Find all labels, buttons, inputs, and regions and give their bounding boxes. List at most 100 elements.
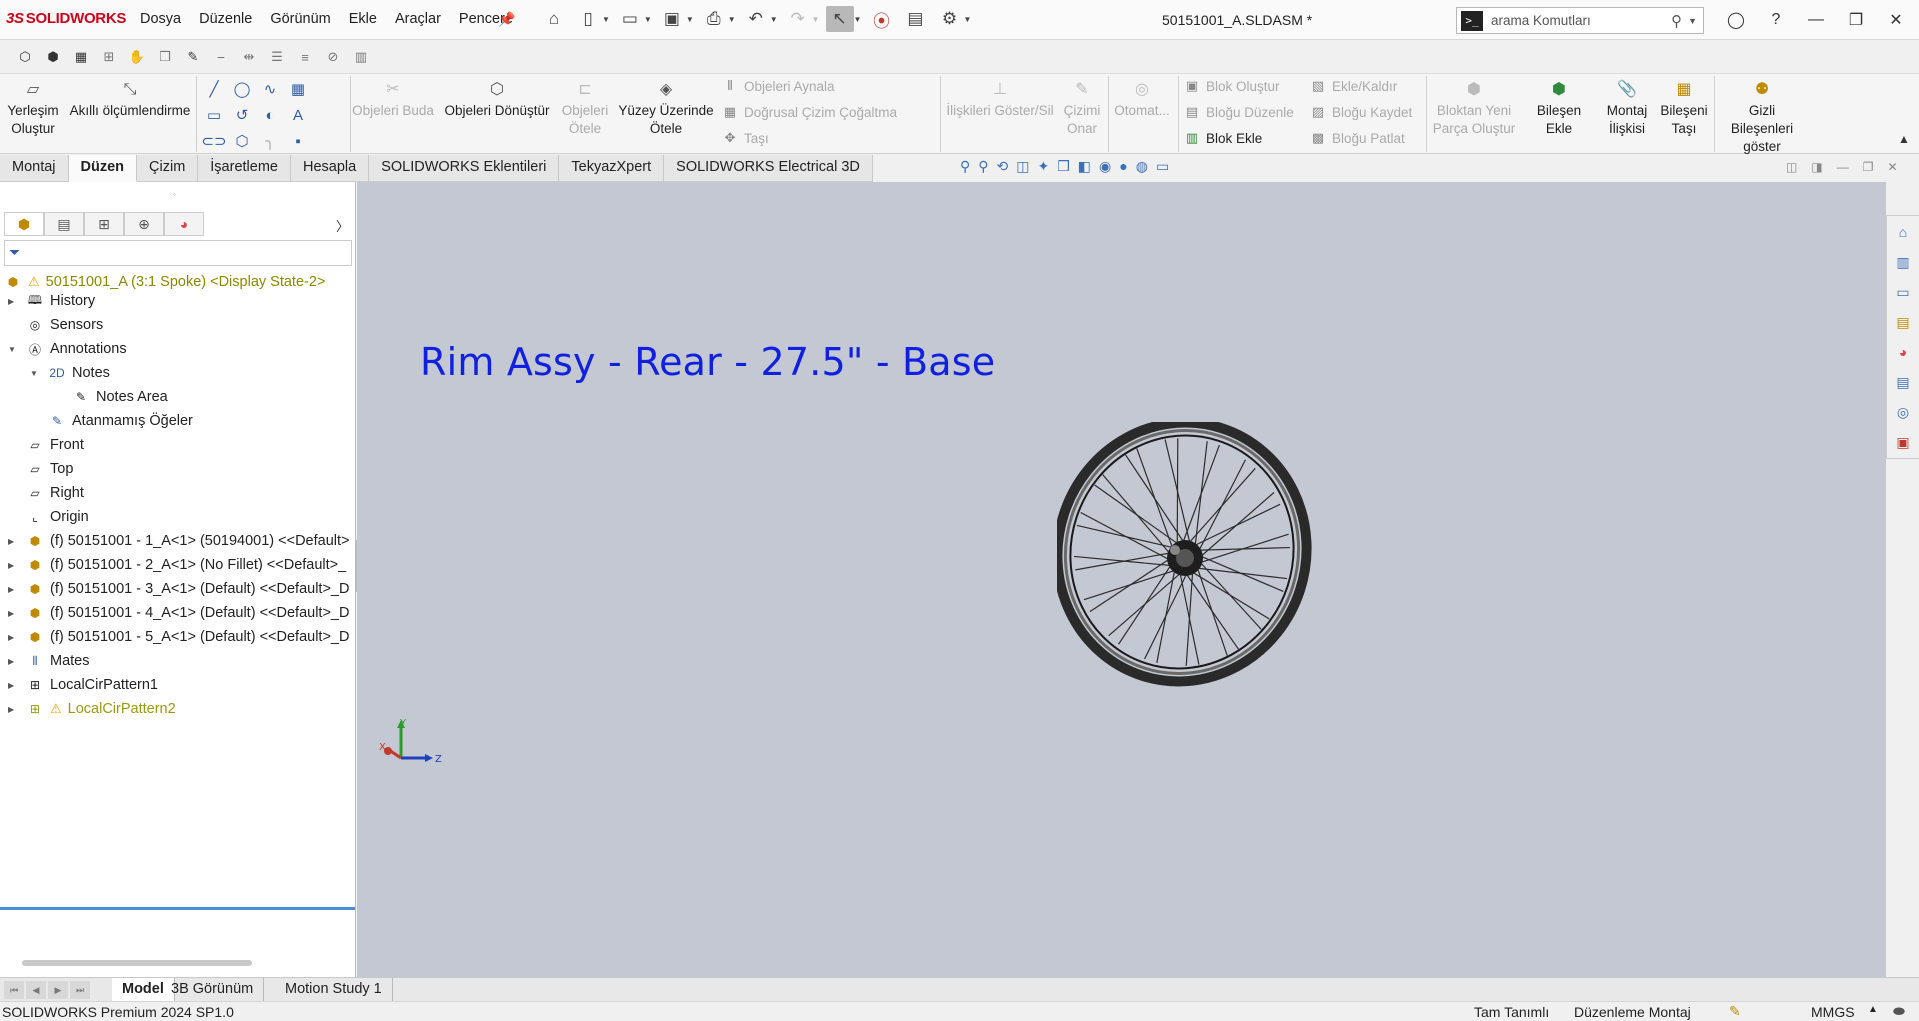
hide-show-icon[interactable]: ◉ [1099, 158, 1111, 175]
options-gear-icon[interactable]: ⚙ [935, 6, 963, 32]
chevron-down-icon[interactable]: ▼ [1688, 16, 1697, 26]
command-search[interactable]: >_ arama Komutları ⚲ ▼ [1456, 7, 1704, 34]
tree-item-sensors[interactable]: ◎ Sensors [26, 313, 103, 337]
chevron-down-icon[interactable]: ▼ [812, 15, 820, 24]
expand-icon[interactable]: ▶ [8, 633, 18, 642]
last-tab-icon[interactable]: ⏭ [70, 981, 90, 999]
traffic-light-icon[interactable]: ⦿ [867, 6, 895, 32]
blogu-duzenle-button[interactable]: ▤ Bloğu Düzenle [1184, 104, 1294, 120]
next-tab-icon[interactable]: ▶ [48, 981, 68, 999]
section-view-icon[interactable]: ◫ [1016, 158, 1029, 175]
blok-olustur-button[interactable]: ▣ Blok Oluştur [1184, 78, 1280, 94]
rollback-bar[interactable] [0, 907, 355, 910]
pencil-icon[interactable]: ✎ [182, 46, 204, 68]
tab-tekyazxpert[interactable]: TekyazXpert [559, 155, 665, 182]
rebuild-icon[interactable]: ✎ [1729, 1003, 1741, 1020]
expand-icon[interactable]: ▶ [8, 537, 18, 546]
tree-item-component-5[interactable]: ▶ ⬢ (f) 50151001 - 5_A<1> (Default) <<Defa… [8, 625, 349, 649]
chevron-down-icon[interactable]: ▼ [644, 15, 652, 24]
redo-icon[interactable]: ↷ [784, 6, 812, 32]
tab-motion-study-1[interactable]: Motion Study 1 [275, 978, 393, 1002]
blogu-patlat-button[interactable]: ▩ Bloğu Patlat [1310, 130, 1405, 146]
tasi-button[interactable]: ✥ Taşı [722, 130, 769, 146]
expand-icon[interactable]: ▶ [8, 609, 18, 618]
hand-icon[interactable]: ✋ [126, 46, 148, 68]
chevron-up-icon[interactable]: ▲ [1868, 1004, 1878, 1015]
bileseni-tasi-button[interactable]: ▦ Bileşeni Taşı [1656, 78, 1712, 138]
chevron-down-icon[interactable]: ▼ [686, 15, 694, 24]
tree-item-top-plane[interactable]: ▱ Top [26, 457, 73, 481]
tree-item-annotations[interactable]: ▼ Ⓐ Annotations [8, 337, 127, 361]
dogrusal-cizim-cogaltma-button[interactable]: ▦ Doğrusal Çizim Çoğaltma [722, 104, 897, 120]
design-library-icon[interactable]: ▥ [1891, 250, 1915, 274]
polygon-tool-icon[interactable]: ⬡ [228, 130, 256, 152]
wheel-model[interactable] [1057, 422, 1357, 722]
yuzey-uzerinde-otele-button[interactable]: ◈ Yüzey Üzerinde Ötele [616, 78, 716, 138]
first-tab-icon[interactable]: ⏮ [4, 981, 24, 999]
chevron-down-icon[interactable]: ▼ [963, 15, 971, 24]
menu-araclar[interactable]: Araçlar [395, 11, 441, 27]
appearances-icon[interactable]: ◕ [1891, 340, 1915, 364]
tree-item-component-3[interactable]: ▶ ⬢ (f) 50151001 - 3_A<1> (Default) <<Defa… [8, 577, 349, 601]
appearance-icon[interactable]: ● [1119, 158, 1127, 175]
dynamic-annotation-icon[interactable]: ✦ [1038, 158, 1050, 175]
spline-tool-icon[interactable]: ∿ [256, 78, 284, 100]
otomatik-button[interactable]: ◎ Otomat... [1110, 78, 1174, 120]
ekle-kaldir-button[interactable]: ▧ Ekle/Kaldır [1310, 78, 1397, 94]
component-icon[interactable]: ⬡ [14, 46, 36, 68]
arc-tool-icon[interactable]: ↺ [228, 104, 256, 126]
tree-item-component-1[interactable]: ▶ ⬢ (f) 50151001 - 1_A<1> (50194001) <<Def… [8, 529, 350, 553]
property-manager-tab-icon[interactable]: ▤ [44, 212, 84, 236]
view-palette-icon[interactable]: ▤ [1891, 310, 1915, 334]
feature-manager-tab-icon[interactable]: ⬢ [4, 212, 44, 236]
home-icon[interactable]: ⌂ [540, 6, 568, 32]
expand-icon[interactable]: ▶ [8, 705, 18, 714]
montaj-iliskisi-button[interactable]: 📎 Montaj İlişkisi [1600, 78, 1654, 138]
new-document-icon[interactable]: ▯ [574, 6, 602, 32]
rectangle-tool-icon[interactable]: ▭ [200, 104, 228, 126]
akilli-olcumlendirme-button[interactable]: ⤡ Akıllı ölçümlendirme [66, 78, 194, 120]
fillet-tool-icon[interactable]: ╮ [256, 130, 284, 152]
previous-view-icon[interactable]: ⟲ [997, 158, 1009, 175]
tab-cizim[interactable]: Çizim [137, 155, 199, 182]
menu-gorunum[interactable]: Görünüm [270, 11, 330, 27]
tree-item-notes[interactable]: ▼ 2D Notes [30, 361, 110, 385]
tab-electrical[interactable]: SOLIDWORKS Electrical 3D [664, 155, 873, 182]
tab-montaj[interactable]: Montaj [0, 155, 69, 182]
viewport-split-icon[interactable]: ◫ [1786, 160, 1797, 174]
view-settings-icon[interactable]: ▭ [1156, 158, 1169, 175]
cizimi-onar-button[interactable]: ✎ Çizimi Onar [1060, 78, 1104, 138]
viewport-split-icon[interactable]: ◨ [1811, 160, 1822, 174]
bloktan-yeni-parca-button[interactable]: ⬢ Bloktan Yeni Parça Oluştur [1430, 78, 1518, 138]
blogu-kaydet-button[interactable]: ▨ Bloğu Kaydet [1310, 104, 1412, 120]
display-manager-tab-icon[interactable]: ◕ [164, 212, 204, 236]
objeleri-otele-button[interactable]: ⊏ Objeleri Ötele [558, 78, 612, 138]
table-icon[interactable]: ▥ [350, 46, 372, 68]
viewport-minimize-icon[interactable]: — [1837, 160, 1849, 174]
ribbon-collapse-icon[interactable]: ▲ [1898, 132, 1910, 146]
configuration-manager-tab-icon[interactable]: ⊞ [84, 212, 124, 236]
tree-item-localcirpattern1[interactable]: ▶ ⊞ LocalCirPattern1 [8, 673, 158, 697]
custom-properties-icon[interactable]: ▤ [1891, 370, 1915, 394]
objeleri-buda-button[interactable]: ✂ Objeleri Buda [352, 78, 434, 120]
select-cursor-icon[interactable]: ↖ [825, 6, 854, 32]
chevron-down-icon[interactable]: ▼ [854, 15, 862, 24]
line-tool-icon[interactable]: ╱ [200, 78, 228, 100]
tree-item-notes-area[interactable]: ✎ Notes Area [72, 385, 168, 409]
horizontal-scrollbar[interactable] [22, 960, 252, 966]
yerlesim-olustur-button[interactable]: ▱ Yerleşim Oluştur [4, 78, 62, 138]
zoom-to-fit-icon[interactable]: ⚲ [960, 158, 970, 175]
stack-icon[interactable]: ☰ [266, 46, 288, 68]
assembly-icon[interactable]: ⬢ [42, 46, 64, 68]
expand-icon[interactable]: ▶ [8, 561, 18, 570]
chevron-down-icon[interactable]: ▼ [770, 15, 778, 24]
tab-duzen[interactable]: Düzen [68, 155, 138, 182]
bars-icon[interactable]: ≡ [294, 46, 316, 68]
display-style-icon[interactable]: ◧ [1078, 158, 1091, 175]
expand-icon[interactable]: ▶ [8, 297, 18, 306]
grid-snap-icon[interactable]: ▦ [284, 78, 312, 100]
chevron-down-icon[interactable]: ▼ [602, 15, 610, 24]
chevron-down-icon[interactable]: ▼ [728, 15, 736, 24]
unit-system[interactable]: MMGS [1811, 1004, 1855, 1020]
tree-item-localcirpattern2[interactable]: ▶ ⊞ ⚠ LocalCirPattern2 [8, 697, 176, 721]
